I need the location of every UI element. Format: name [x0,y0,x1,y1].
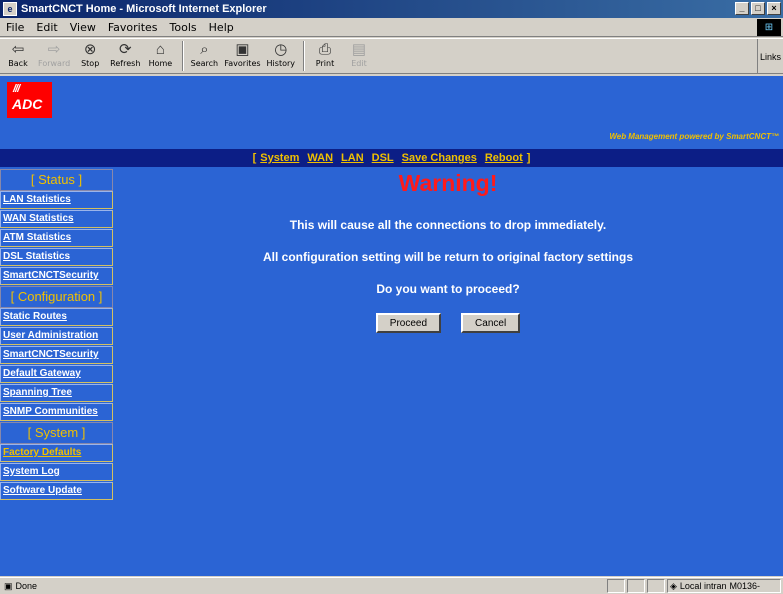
sidebar-item-factory-defaults[interactable]: Factory Defaults [0,444,113,462]
refresh-icon: ⟳ [118,41,132,58]
history-icon: ◷ [274,41,288,58]
menu-bar: File Edit View Favorites Tools Help ⊞ [0,18,783,37]
forward-arrow-icon: ⇨ [47,41,61,58]
nav-dsl[interactable]: DSL [372,152,394,164]
button-row: Proceed Cancel [113,313,783,333]
status-pane [647,579,665,593]
page-content: /// ADC Web Management powered by SmartC… [0,76,783,576]
warning-line-1: This will cause all the connections to d… [289,218,607,232]
menu-edit[interactable]: Edit [30,21,63,34]
toolbar-separator [303,41,305,71]
nav-save-changes[interactable]: Save Changes [402,152,477,164]
close-button[interactable]: × [767,2,781,15]
menu-tools[interactable]: Tools [164,21,203,34]
sidebar: [ Status ] LAN Statistics WAN Statistics… [0,169,113,501]
sidebar-item-snmp-communities[interactable]: SNMP Communities [0,403,113,421]
menu-help[interactable]: Help [203,21,240,34]
sidebar-item-lan-statistics[interactable]: LAN Statistics [0,191,113,209]
windows-logo-icon: ⊞ [757,19,781,36]
edit-button[interactable]: ▤ Edit [345,39,373,68]
intranet-icon: ◈ [670,580,677,591]
top-nav: [ System WAN LAN DSL Save Changes Reboot… [0,149,783,167]
favorites-folder-icon: ▣ [235,41,250,58]
menu-file[interactable]: File [0,21,30,34]
powered-by-text: Web Management powered by SmartCNCT™ [609,132,779,141]
sidebar-item-wan-statistics[interactable]: WAN Statistics [0,210,113,228]
history-button[interactable]: ◷ History [267,39,295,68]
sidebar-item-dsl-statistics[interactable]: DSL Statistics [0,248,113,266]
sidebar-head-system: [ System ] [0,422,113,444]
nav-reboot[interactable]: Reboot [485,152,523,164]
back-button[interactable]: ⇦ Back [4,39,32,68]
back-arrow-icon: ⇦ [11,41,25,58]
sidebar-item-software-update[interactable]: Software Update [0,482,113,500]
sidebar-item-smartcnct-security[interactable]: SmartCNCTSecurity [0,267,113,285]
sidebar-head-status: [ Status ] [0,169,113,191]
sidebar-item-spanning-tree[interactable]: Spanning Tree [0,384,113,402]
stop-button[interactable]: ⊗ Stop [76,39,104,68]
forward-button[interactable]: ⇨ Forward [38,39,70,68]
nav-lan[interactable]: LAN [341,152,364,164]
ie-icon: e [3,2,17,16]
warning-title: Warning! [398,170,498,196]
nav-wan[interactable]: WAN [307,152,333,164]
browser-toolbar: ⇦ Back ⇨ Forward ⊗ Stop ⟳ Refresh ⌂ Home… [0,38,783,74]
status-pane [607,579,625,593]
status-bar: ▣ Done ◈ Local intran M0136- [0,577,783,594]
nav-system[interactable]: System [260,152,299,164]
page-done-icon: ▣ [4,580,13,591]
cancel-button[interactable]: Cancel [461,313,521,333]
maximize-button[interactable]: □ [751,2,765,15]
warning-panel: Warning! This will cause all the connect… [113,169,783,333]
printer-icon: ⎙ [318,41,331,58]
sidebar-item-static-routes[interactable]: Static Routes [0,308,113,326]
status-pane [627,579,645,593]
minimize-button[interactable]: _ [735,2,749,15]
sidebar-item-smartcnct-security-config[interactable]: SmartCNCTSecurity [0,346,113,364]
menu-favorites[interactable]: Favorites [102,21,164,34]
home-icon: ⌂ [155,41,165,58]
menu-view[interactable]: View [64,21,102,34]
edit-icon: ▤ [351,41,367,58]
toolbar-separator [182,41,185,71]
warning-line-2: All configuration setting will be return… [262,250,634,264]
window-titlebar: e SmartCNCT Home - Microsoft Internet Ex… [0,0,783,18]
adc-logo: /// ADC [7,82,52,118]
sidebar-item-system-log[interactable]: System Log [0,463,113,481]
search-icon: ⌕ [200,41,209,58]
warning-question: Do you want to proceed? [376,282,520,296]
status-text: ▣ Done [4,580,38,592]
stop-icon: ⊗ [83,41,97,58]
sidebar-item-default-gateway[interactable]: Default Gateway [0,365,113,383]
proceed-button[interactable]: Proceed [375,313,442,333]
sidebar-head-configuration: [ Configuration ] [0,286,113,308]
window-title: SmartCNCT Home - Microsoft Internet Expl… [21,3,267,15]
search-button[interactable]: ⌕ Search [190,39,218,68]
security-zone: ◈ Local intran M0136- [667,579,781,593]
links-button[interactable]: Links [757,39,783,74]
sidebar-item-user-administration[interactable]: User Administration [0,327,113,345]
home-button[interactable]: ⌂ Home [146,39,174,68]
sidebar-item-atm-statistics[interactable]: ATM Statistics [0,229,113,247]
print-button[interactable]: ⎙ Print [311,39,339,68]
favorites-button[interactable]: ▣ Favorites [224,39,260,68]
refresh-button[interactable]: ⟳ Refresh [110,39,140,68]
